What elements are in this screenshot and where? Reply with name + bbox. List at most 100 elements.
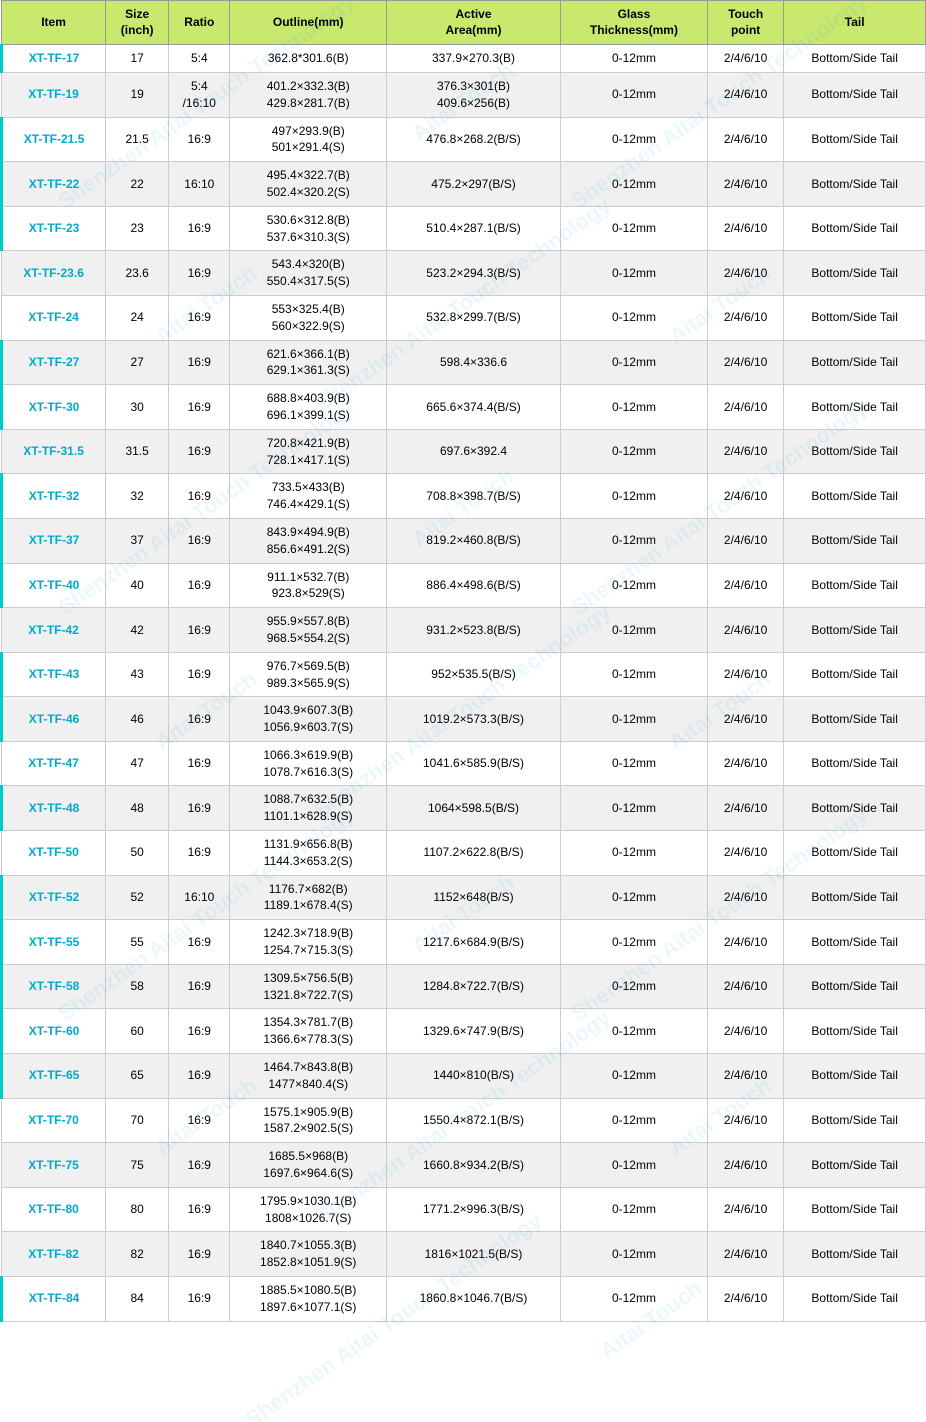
cell-outline: 362.8*301.6(B) [230,45,387,73]
cell-tail: Bottom/Side Tail [784,831,926,876]
cell-ratio: 5:4 /16:10 [169,72,230,117]
cell-size: 48 [106,786,169,831]
cell-touch: 2/4/6/10 [707,563,783,608]
cell-item: XT-TF-23 [2,206,106,251]
cell-tail: Bottom/Side Tail [784,741,926,786]
cell-item: XT-TF-40 [2,563,106,608]
cell-size: 42 [106,608,169,653]
cell-size: 31.5 [106,429,169,474]
cell-outline: 530.6×312.8(B) 537.6×310.3(S) [230,206,387,251]
cell-size: 17 [106,45,169,73]
cell-item: XT-TF-22 [2,162,106,207]
cell-item: XT-TF-37 [2,518,106,563]
cell-active: 708.8×398.7(B/S) [387,474,561,519]
cell-glass: 0-12mm [560,1098,707,1143]
table-row: XT-TF-373716:9843.9×494.9(B) 856.6×491.2… [2,518,926,563]
cell-tail: Bottom/Side Tail [784,340,926,385]
cell-item: XT-TF-42 [2,608,106,653]
table-row: XT-TF-303016:9688.8×403.9(B) 696.1×399.1… [2,385,926,430]
cell-tail: Bottom/Side Tail [784,72,926,117]
cell-tail: Bottom/Side Tail [784,1098,926,1143]
cell-tail: Bottom/Side Tail [784,474,926,519]
col-header-tail: Tail [784,1,926,45]
cell-glass: 0-12mm [560,875,707,920]
cell-size: 37 [106,518,169,563]
cell-touch: 2/4/6/10 [707,340,783,385]
table-row: XT-TF-525216:101176.7×682(B) 1189.1×678.… [2,875,926,920]
cell-glass: 0-12mm [560,117,707,162]
cell-size: 65 [106,1054,169,1099]
cell-active: 598.4×336.6 [387,340,561,385]
cell-touch: 2/4/6/10 [707,652,783,697]
table-row: XT-TF-17175:4362.8*301.6(B)337.9×270.3(B… [2,45,926,73]
table-row: XT-TF-505016:91131.9×656.8(B) 1144.3×653… [2,831,926,876]
cell-tail: Bottom/Side Tail [784,920,926,965]
cell-glass: 0-12mm [560,45,707,73]
cell-size: 82 [106,1232,169,1277]
cell-touch: 2/4/6/10 [707,162,783,207]
cell-item: XT-TF-50 [2,831,106,876]
cell-touch: 2/4/6/10 [707,206,783,251]
cell-glass: 0-12mm [560,652,707,697]
cell-ratio: 16:9 [169,474,230,519]
cell-size: 24 [106,295,169,340]
table-row: XT-TF-222216:10495.4×322.7(B) 502.4×320.… [2,162,926,207]
cell-active: 476.8×268.2(B/S) [387,117,561,162]
cell-touch: 2/4/6/10 [707,608,783,653]
cell-outline: 1795.9×1030.1(B) 1808×1026.7(S) [230,1187,387,1232]
cell-outline: 497×293.9(B) 501×291.4(S) [230,117,387,162]
cell-tail: Bottom/Side Tail [784,518,926,563]
cell-glass: 0-12mm [560,563,707,608]
cell-active: 1019.2×573.3(B/S) [387,697,561,742]
cell-glass: 0-12mm [560,920,707,965]
cell-outline: 733.5×433(B) 746.4×429.1(S) [230,474,387,519]
cell-outline: 1242.3×718.9(B) 1254.7×715.3(S) [230,920,387,965]
cell-size: 43 [106,652,169,697]
cell-size: 32 [106,474,169,519]
table-row: XT-TF-21.521.516:9497×293.9(B) 501×291.4… [2,117,926,162]
cell-touch: 2/4/6/10 [707,295,783,340]
cell-ratio: 16:9 [169,608,230,653]
cell-size: 21.5 [106,117,169,162]
cell-active: 1064×598.5(B/S) [387,786,561,831]
cell-item: XT-TF-48 [2,786,106,831]
table-row: XT-TF-23.623.616:9543.4×320(B) 550.4×317… [2,251,926,296]
cell-tail: Bottom/Side Tail [784,1143,926,1188]
cell-ratio: 16:9 [169,741,230,786]
cell-ratio: 5:4 [169,45,230,73]
table-row: XT-TF-474716:91066.3×619.9(B) 1078.7×616… [2,741,926,786]
cell-glass: 0-12mm [560,831,707,876]
cell-item: XT-TF-24 [2,295,106,340]
cell-glass: 0-12mm [560,251,707,296]
cell-active: 886.4×498.6(B/S) [387,563,561,608]
cell-item: XT-TF-84 [2,1277,106,1322]
cell-active: 1816×1021.5(B/S) [387,1232,561,1277]
cell-touch: 2/4/6/10 [707,117,783,162]
cell-item: XT-TF-47 [2,741,106,786]
cell-touch: 2/4/6/10 [707,831,783,876]
table-row: XT-TF-606016:91354.3×781.7(B) 1366.6×778… [2,1009,926,1054]
cell-item: XT-TF-65 [2,1054,106,1099]
cell-ratio: 16:9 [169,920,230,965]
table-row: XT-TF-424216:9955.9×557.8(B) 968.5×554.2… [2,608,926,653]
table-row: XT-TF-757516:91685.5×968(B) 1697.6×964.6… [2,1143,926,1188]
cell-touch: 2/4/6/10 [707,72,783,117]
cell-size: 58 [106,964,169,1009]
cell-ratio: 16:9 [169,385,230,430]
cell-glass: 0-12mm [560,1277,707,1322]
cell-outline: 553×325.4(B) 560×322.9(S) [230,295,387,340]
cell-size: 46 [106,697,169,742]
col-header-size: Size (inch) [106,1,169,45]
cell-size: 23 [106,206,169,251]
cell-size: 19 [106,72,169,117]
cell-outline: 1043.9×607.3(B) 1056.9×603.7(S) [230,697,387,742]
cell-item: XT-TF-27 [2,340,106,385]
cell-active: 697.6×392.4 [387,429,561,474]
cell-item: XT-TF-46 [2,697,106,742]
cell-outline: 1176.7×682(B) 1189.1×678.4(S) [230,875,387,920]
cell-active: 665.6×374.4(B/S) [387,385,561,430]
cell-touch: 2/4/6/10 [707,875,783,920]
cell-glass: 0-12mm [560,697,707,742]
cell-glass: 0-12mm [560,474,707,519]
cell-tail: Bottom/Side Tail [784,385,926,430]
